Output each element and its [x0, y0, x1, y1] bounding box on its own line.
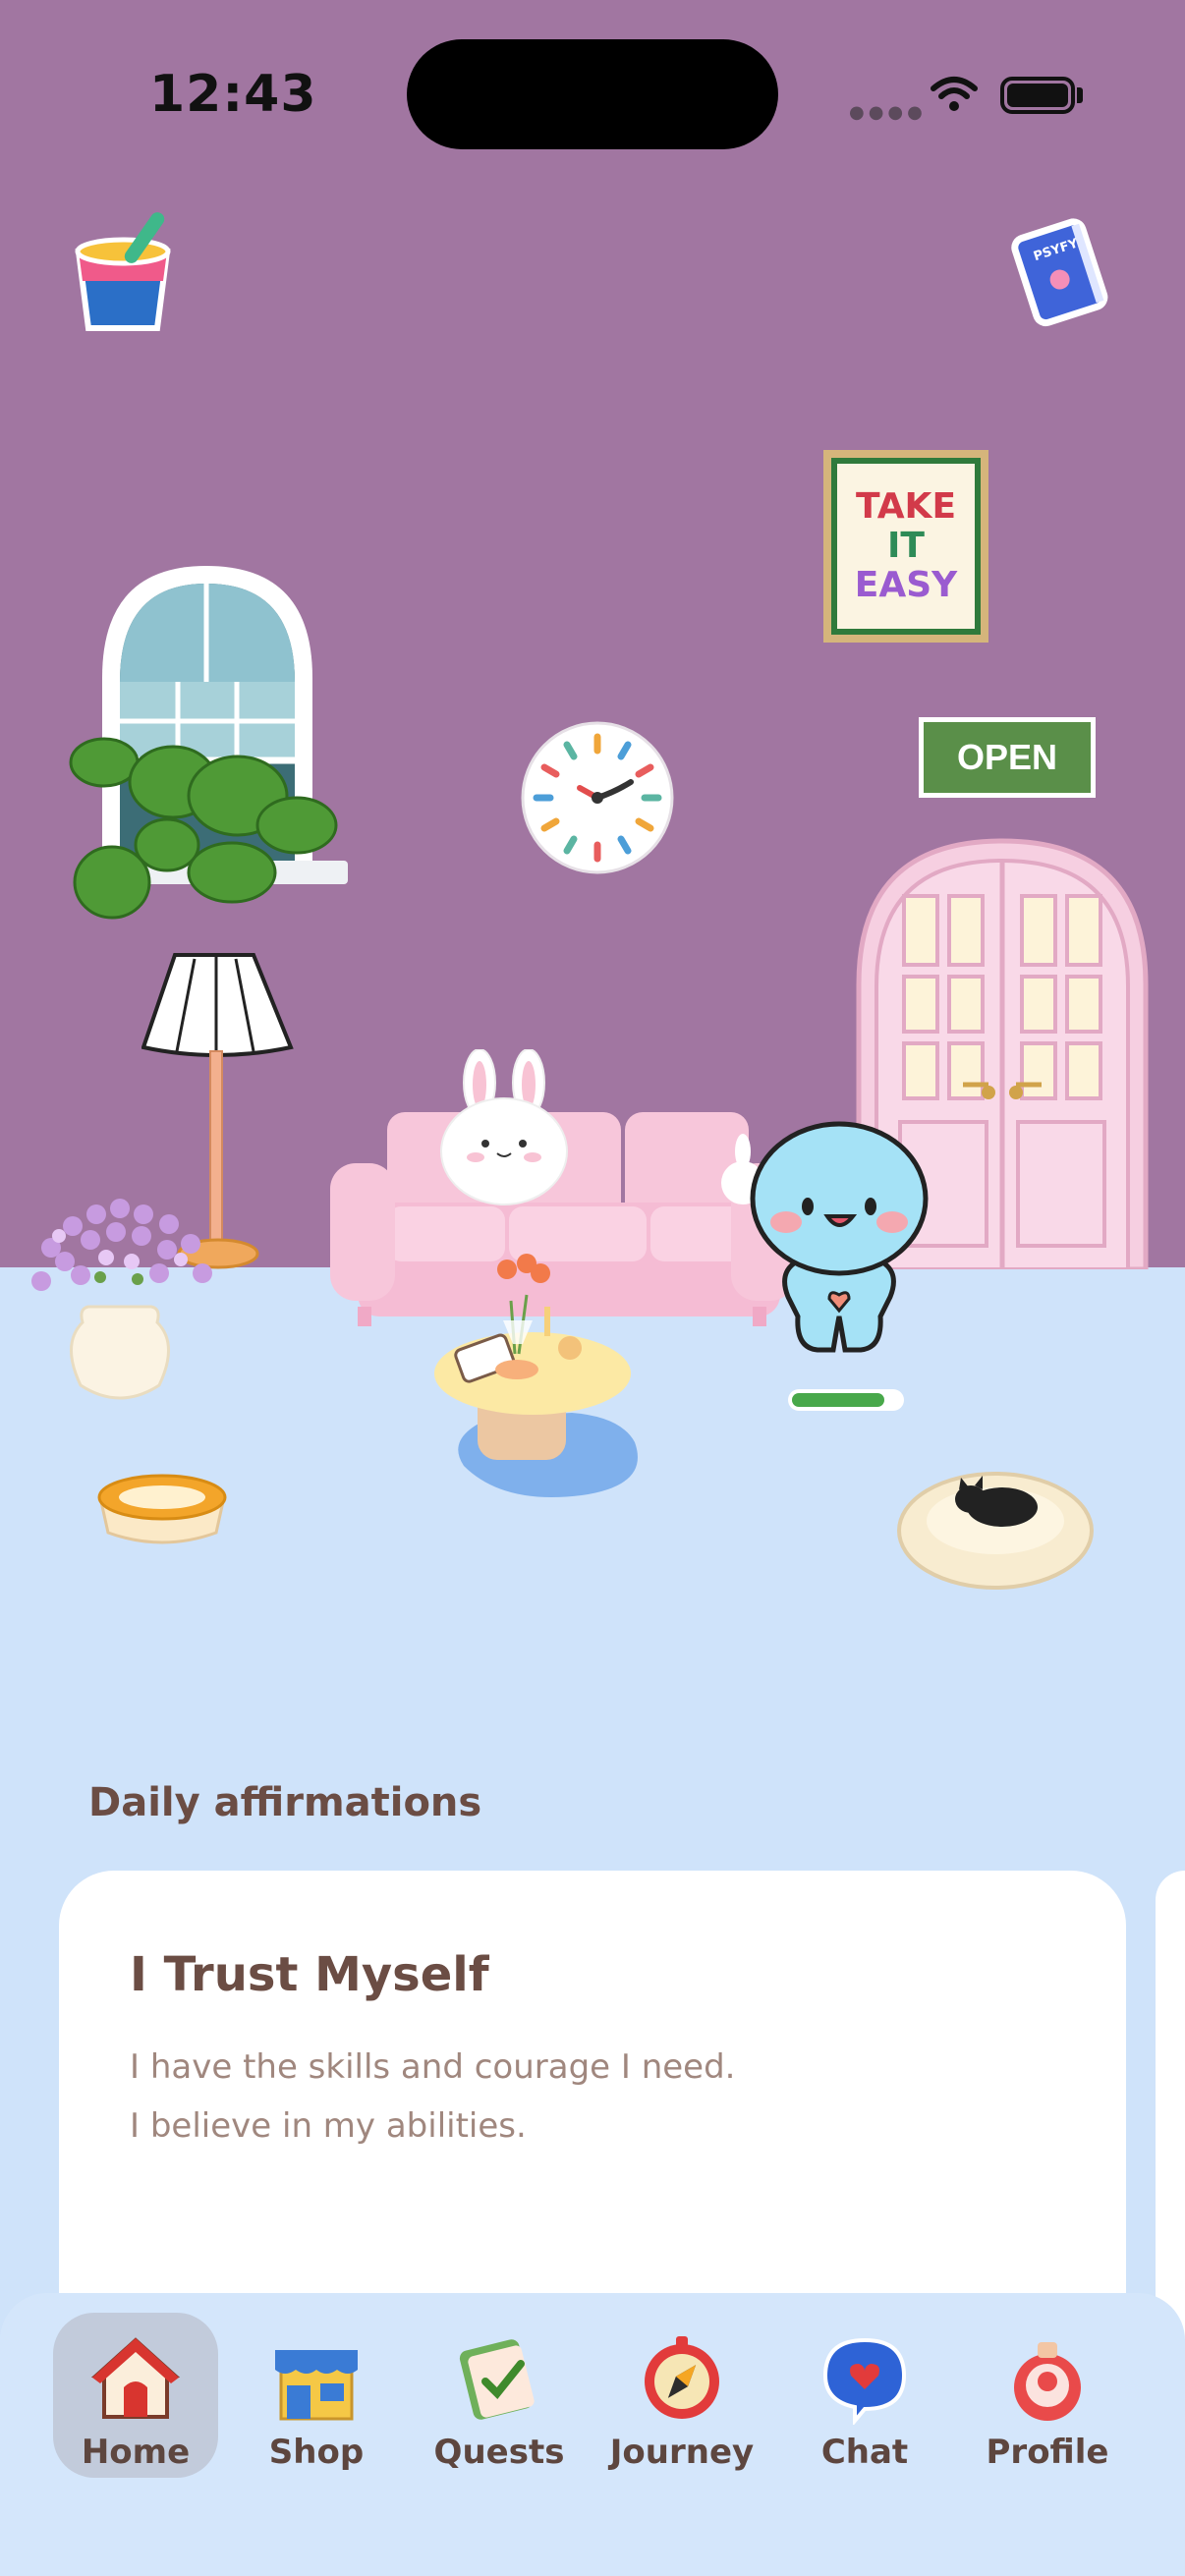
flower-vase[interactable]	[22, 1179, 218, 1415]
house-icon	[90, 2337, 181, 2419]
nav-shop[interactable]: Shop	[234, 2313, 399, 2478]
nav-quests[interactable]: Quests	[417, 2313, 582, 2478]
coffee-table[interactable]	[424, 1250, 650, 1507]
nav-profile[interactable]: Profile	[965, 2313, 1130, 2478]
pet-health-fill	[792, 1393, 884, 1407]
pet-health-bar	[788, 1389, 904, 1411]
quests-icon	[459, 2339, 535, 2420]
affirmation-title: I Trust Myself	[130, 1947, 489, 2002]
cat-bed[interactable]	[896, 1464, 1095, 1592]
shop-icon	[275, 2350, 358, 2421]
bunny-plush[interactable]	[436, 1049, 572, 1206]
pet-character[interactable]	[747, 1120, 931, 1356]
compass-icon	[645, 2336, 719, 2419]
affirmation-line-1: I have the skills and courage I need.	[130, 2047, 736, 2087]
affirmation-line-2: I believe in my abilities.	[130, 2106, 527, 2146]
journal-book-icon[interactable]: PSYFY	[1006, 214, 1114, 328]
pet-food-bowl[interactable]	[94, 1470, 230, 1548]
nav-chat[interactable]: Chat	[782, 2313, 947, 2478]
chat-icon	[822, 2337, 907, 2425]
dynamic-island	[407, 39, 778, 149]
paint-bucket-icon[interactable]	[69, 202, 179, 336]
status-time: 12:43	[149, 65, 317, 124]
profile-icon	[1014, 2342, 1081, 2421]
open-sign[interactable]: OPEN	[919, 717, 1096, 798]
wall-clock[interactable]	[521, 721, 674, 874]
bottom-nav: Home Shop Quests Journey Chat Profile	[0, 2293, 1185, 2576]
section-title: Daily affirmations	[88, 1780, 482, 1825]
nav-home[interactable]: Home	[53, 2313, 218, 2478]
arched-window[interactable]	[65, 560, 350, 933]
wifi-icon	[931, 77, 978, 111]
nav-journey[interactable]: Journey	[599, 2313, 764, 2478]
battery-icon	[1000, 77, 1075, 114]
signal-dots-icon: ●●●●	[849, 102, 927, 123]
take-it-easy-poster[interactable]: TAKE IT EASY	[823, 450, 988, 643]
